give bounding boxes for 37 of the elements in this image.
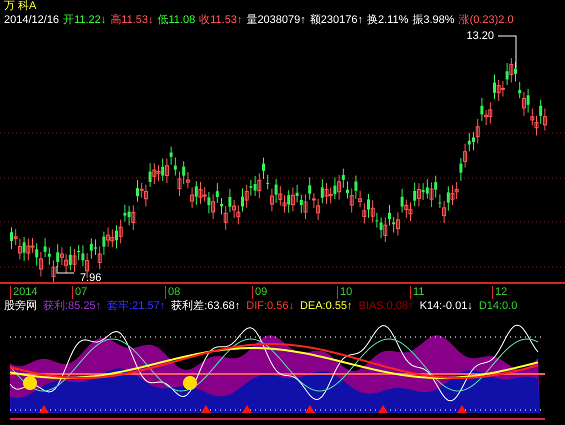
axis-label: 08 <box>165 286 180 299</box>
quote-field: 高11.53↓ <box>110 14 154 28</box>
quote-field: 量2038079↑ <box>246 14 306 28</box>
quote-field: 振3.98% <box>412 14 455 28</box>
indicator-value: DIF:0.56↓ <box>246 300 294 313</box>
indicator-value: D14:0.0 <box>478 300 518 313</box>
signal-marker <box>457 405 467 413</box>
quote-field: 收11.53↑ <box>199 14 242 28</box>
leader-line <box>498 36 516 68</box>
quote-field: 换2.11% <box>366 14 408 28</box>
low-price-label: 7.96 <box>80 272 102 282</box>
axis-label: 12 <box>492 286 508 299</box>
indicator-value: 套牢:21.57↑ <box>107 300 166 313</box>
axis-label: 11 <box>410 286 424 299</box>
quote-field: 额230176↑ <box>310 14 363 28</box>
axis-label: 2014 <box>10 286 38 299</box>
quote-field: 开11.22↓ <box>63 14 106 28</box>
quote-field: 2014/12/16 <box>4 14 60 28</box>
signal-marker <box>39 405 49 413</box>
indicator-name: 股旁网 <box>4 300 37 313</box>
high-price-label: 13.20 <box>466 30 494 42</box>
signal-marker <box>242 405 252 413</box>
signal-marker <box>201 405 211 413</box>
indicator-value: DEA:0.55↑ <box>300 300 353 313</box>
quote-field: 涨(0.23)2.0 <box>458 14 514 28</box>
indicator-value: K14:-0.01↓ <box>420 300 473 313</box>
quote-field: 低11.08 <box>158 14 196 28</box>
leader-line <box>56 266 74 274</box>
axis-label: 07 <box>72 286 88 299</box>
stock-name: 万 科A <box>4 0 36 12</box>
indicator-value: BIAS:0.08↑ <box>358 300 414 313</box>
indicator-value: 获利:85.25↑ <box>43 300 102 313</box>
signal-marker <box>378 405 388 413</box>
axis-label: 09 <box>252 286 268 299</box>
signal-marker <box>305 405 315 413</box>
indicator-value: 获利差:63.68↑ <box>171 300 240 313</box>
axis-label: 10 <box>337 286 352 299</box>
